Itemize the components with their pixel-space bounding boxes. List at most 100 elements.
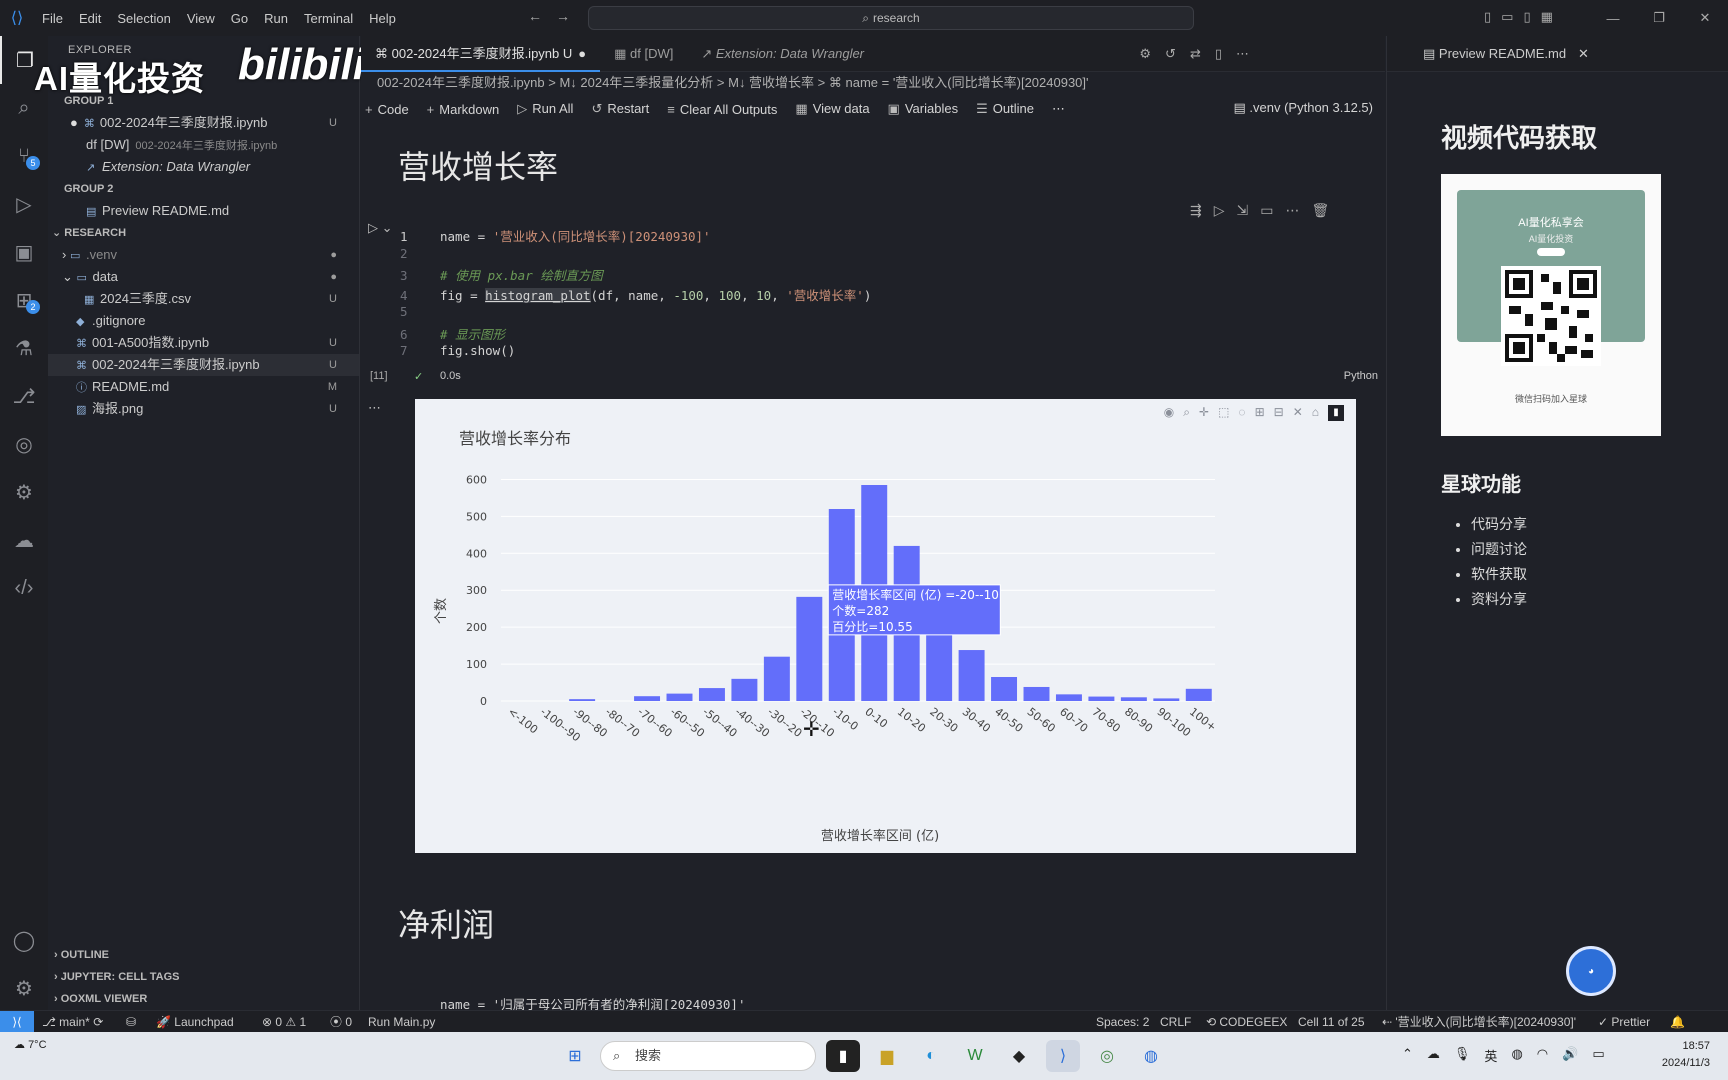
remote-explorer-icon[interactable]: ▣ <box>0 228 48 276</box>
histogram-bar[interactable] <box>731 678 758 701</box>
histogram-bar[interactable] <box>634 696 661 701</box>
view-data-button[interactable]: ▦ View data <box>795 101 869 117</box>
ports-status[interactable]: ⦿ 0 <box>330 1011 352 1033</box>
browser-icon[interactable]: ◍ <box>1134 1040 1168 1072</box>
output-more-icon[interactable]: ⋯ <box>368 400 381 416</box>
wifi-icon[interactable]: ◠ <box>1537 1046 1548 1065</box>
start-icon[interactable]: ⊞ <box>558 1040 592 1072</box>
histogram-bar[interactable] <box>1120 697 1147 701</box>
manage-gear-icon[interactable]: ⚙ <box>0 964 48 1012</box>
tree-item[interactable]: ▦ 2024三季度.csv U <box>48 288 359 310</box>
open-editor-item[interactable]: ▤ Preview README.md <box>48 200 359 222</box>
cell-name-status[interactable]: ⇠ '营业收入(同比增长率)[20240930]' <box>1382 1011 1576 1033</box>
close-window-icon[interactable]: ✕ <box>1682 10 1728 26</box>
settings-icon[interactable]: ⚙ <box>1139 46 1151 62</box>
toggle-sidebar-icon[interactable]: ▯ <box>1484 9 1491 25</box>
gitlens-icon[interactable]: ◎ <box>0 420 48 468</box>
forward-arrow-icon[interactable]: → <box>556 8 584 24</box>
volume-icon[interactable]: 🔊 <box>1562 1046 1578 1065</box>
histogram-bar[interactable] <box>1055 694 1082 701</box>
code-cell[interactable]: 1 name = '营业收入(同比增长率)[20240930]' 2 3 # 使用 … <box>400 226 871 363</box>
tree-item-selected[interactable]: ⌘ 002-2024年三季度财报.ipynb U <box>48 354 359 376</box>
restore-icon[interactable]: ❐ <box>1636 10 1682 26</box>
chevron-up-icon[interactable]: ⌃ <box>1402 1046 1413 1065</box>
remote-indicator-icon[interactable]: ⟩⟨ <box>0 1011 34 1033</box>
codegeex-icon[interactable]: ‹/› <box>0 564 48 612</box>
run-main-status[interactable]: Run Main.py <box>368 1011 435 1033</box>
launchpad-status[interactable]: 🚀 Launchpad <box>156 1011 234 1033</box>
variables-button[interactable]: ▣ Variables <box>888 101 959 117</box>
menu-file[interactable]: File <box>34 11 71 26</box>
histogram-bar[interactable] <box>1185 688 1212 701</box>
toggle-panel-icon[interactable]: ▭ <box>1501 9 1513 25</box>
split-cell-icon[interactable]: ▭ <box>1260 202 1273 219</box>
run-debug-icon[interactable]: ▷ <box>0 180 48 228</box>
tree-item[interactable]: › ▭ .venv ● <box>48 244 359 266</box>
menu-go[interactable]: Go <box>223 11 256 26</box>
ime-indicator[interactable]: 英 <box>1484 1046 1497 1065</box>
menu-selection[interactable]: Selection <box>109 11 178 26</box>
edge-browser-icon[interactable]: ◐ <box>914 1040 948 1072</box>
execute-above-icon[interactable]: ▷ <box>1214 202 1225 219</box>
menu-edit[interactable]: Edit <box>71 11 109 26</box>
run-cell-icon[interactable]: ▷ ⌄ <box>368 220 393 236</box>
cell-position-status[interactable]: Cell 11 of 25 <box>1298 1011 1365 1033</box>
clear-outputs-button[interactable]: ≡ Clear All Outputs <box>667 102 777 117</box>
histogram-bar[interactable] <box>958 650 985 701</box>
wps-icon[interactable]: W <box>958 1040 992 1072</box>
floating-avatar[interactable]: ◕ <box>1566 946 1616 996</box>
close-dot-icon[interactable]: ● <box>70 115 78 130</box>
tree-item[interactable]: ⌘ 001-A500指数.ipynb U <box>48 332 359 354</box>
terminal-app-icon[interactable]: ▮ <box>826 1040 860 1072</box>
chrome-icon[interactable]: ◎ <box>1090 1040 1124 1072</box>
taskbar-clock[interactable]: 18:57 2024/11/3 <box>1662 1038 1710 1072</box>
tab-notebook[interactable]: ⌘ 002-2024年三季度财报.ipynb U ● <box>361 36 601 72</box>
docker-icon[interactable]: ☁ <box>0 516 48 564</box>
sync-status-icon[interactable]: ⛁ <box>126 1011 136 1033</box>
breadcrumb[interactable]: 002-2024年三季度财报.ipynb > M↓ 2024年三季报量化分析 >… <box>361 72 1089 94</box>
minimize-icon[interactable]: — <box>1590 11 1636 26</box>
open-editor-item[interactable]: ● ⌘ 002-2024年三季度财报.ipynb U <box>48 112 359 134</box>
customize-layout-icon[interactable]: ▦ <box>1541 9 1553 25</box>
tab-readme-preview[interactable]: ▤ Preview README.md ✕ <box>1387 36 1728 72</box>
cell-tags-section[interactable]: › JUPYTER: CELL TAGS <box>48 966 360 988</box>
menu-help[interactable]: Help <box>361 11 404 26</box>
app-icon[interactable]: ◆ <box>1002 1040 1036 1072</box>
outline-section[interactable]: › OUTLINE <box>48 944 360 966</box>
menu-view[interactable]: View <box>179 11 223 26</box>
ooxml-viewer-section[interactable]: › OOXML VIEWER <box>48 988 360 1010</box>
taskbar-search[interactable]: ⌕ 搜索 <box>600 1041 816 1071</box>
histogram-bar[interactable] <box>991 677 1018 701</box>
open-editor-item[interactable]: ↗ Extension: Data Wrangler <box>48 156 359 178</box>
histogram-bar[interactable] <box>1153 698 1180 701</box>
research-folder-header[interactable]: ⌄ RESEARCH <box>48 222 359 244</box>
vscode-taskbar-icon[interactable]: ⟩ <box>1046 1040 1080 1072</box>
extensions-icon[interactable]: ⊞ 2 <box>0 276 48 324</box>
delete-cell-icon[interactable]: 🗑 <box>1311 202 1329 219</box>
add-markdown-button[interactable]: + Markdown <box>427 102 500 117</box>
tab-data-wrangler[interactable]: ▦ df [DW] <box>600 36 687 72</box>
git-graph-icon[interactable]: ⎇ <box>0 372 48 420</box>
spaces-status[interactable]: Spaces: 2 <box>1096 1011 1149 1033</box>
tree-item[interactable]: ◆ .gitignore <box>48 310 359 332</box>
back-arrow-icon[interactable]: ← <box>528 8 556 24</box>
branch-status[interactable]: ⎇ main* ⟳ <box>42 1011 103 1033</box>
battery-icon[interactable]: ▭ <box>1592 1046 1604 1065</box>
close-tab-icon[interactable]: ✕ <box>1578 46 1589 61</box>
tree-item[interactable]: ▨ 海报.png U <box>48 398 359 420</box>
more-toolbar-icon[interactable]: ⋯ <box>1052 101 1065 117</box>
menu-run[interactable]: Run <box>256 11 296 26</box>
open-editor-item[interactable]: df [DW] 002-2024年三季度财报.ipynb <box>48 134 359 156</box>
more-actions-icon[interactable]: ⋯ <box>1236 46 1249 62</box>
split-editor-icon[interactable]: ▯ <box>1215 46 1222 62</box>
compare-icon[interactable]: ⇄ <box>1190 46 1201 62</box>
eol-status[interactable]: CRLF <box>1160 1011 1191 1033</box>
problems-status[interactable]: ⊗ 0 ⚠ 1 <box>262 1011 306 1033</box>
tab-extension[interactable]: ↗ Extension: Data Wrangler <box>687 36 878 72</box>
cloud-icon[interactable]: ☁ <box>1427 1046 1440 1065</box>
menu-terminal[interactable]: Terminal <box>296 11 361 26</box>
account-icon[interactable]: ◯ <box>0 916 48 964</box>
execute-below-icon[interactable]: ⇲ <box>1237 202 1249 219</box>
cell-more-icon[interactable]: ⋯ <box>1285 202 1299 219</box>
toggle-secondary-sidebar-icon[interactable]: ▯ <box>1523 9 1530 25</box>
